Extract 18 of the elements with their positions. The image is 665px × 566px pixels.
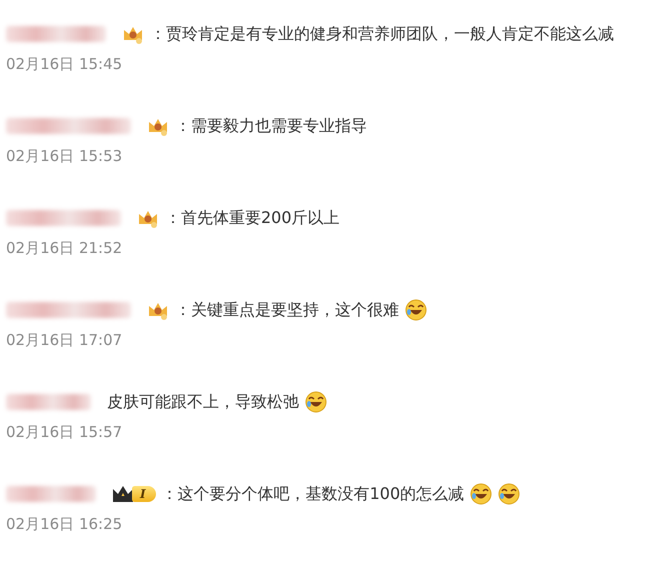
comment-time: 02月16日 15:45 bbox=[6, 55, 124, 74]
comment-time: 02月16日 15:53 bbox=[6, 147, 124, 166]
comment-text: 皮肤可能跟不上，导致松弛 bbox=[107, 392, 299, 412]
laughing-crying-face-icon bbox=[470, 483, 492, 505]
comment-time: 02月16日 16:25 bbox=[6, 515, 124, 534]
comment-text: ：贾玲肯定是有专业的健身和营养师团队，一般人肯定不能这么减 bbox=[150, 24, 614, 44]
comment-text: ：这个要分个体吧，基数没有100的怎么减 bbox=[162, 484, 464, 504]
laughing-crying-face-icon bbox=[305, 391, 327, 413]
crown-icon bbox=[112, 484, 134, 504]
comment-time: 02月16日 21:52 bbox=[6, 239, 124, 258]
comment-time: 02月16日 17:07 bbox=[6, 331, 124, 350]
level-badge: I bbox=[132, 486, 156, 502]
comment-text: ：关键重点是要坚持，这个很难 bbox=[175, 300, 399, 320]
comment-text: ：首先体重要200斤以上 bbox=[165, 208, 340, 228]
comment-text: ：需要毅力也需要专业指导 bbox=[175, 116, 367, 136]
laughing-crying-face-icon bbox=[498, 483, 520, 505]
comment-time: 02月16日 15:57 bbox=[6, 423, 124, 442]
laughing-crying-face-icon bbox=[405, 299, 427, 321]
